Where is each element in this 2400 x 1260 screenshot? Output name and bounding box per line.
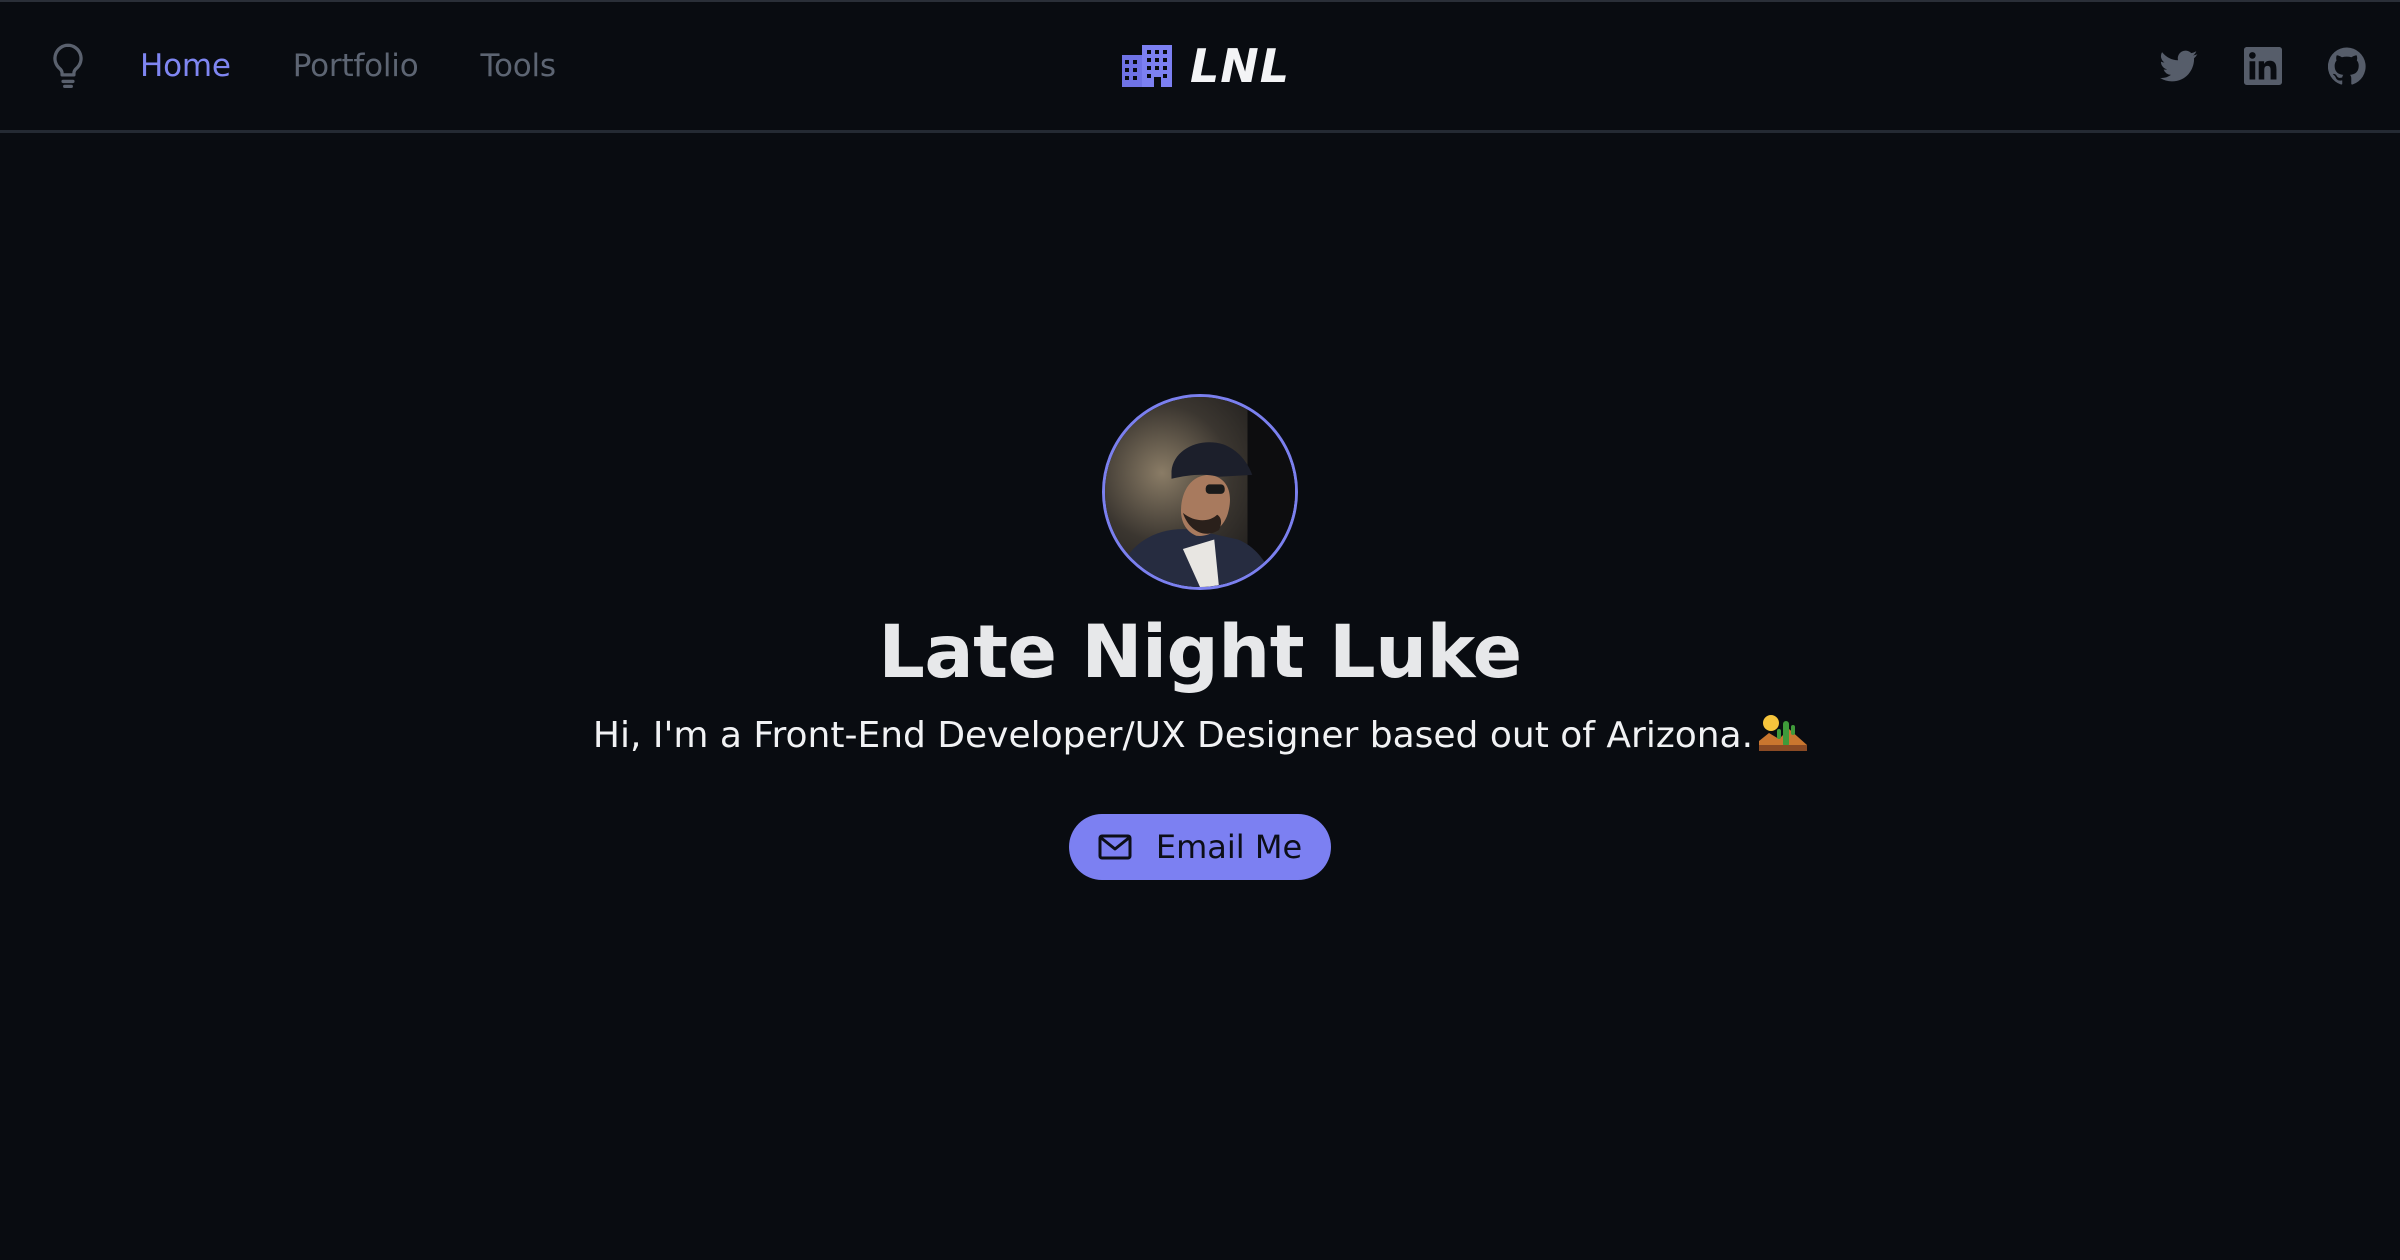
brand-logo[interactable]: LNL — [1122, 2, 1290, 130]
nav-link-home[interactable]: Home — [140, 48, 231, 84]
primary-nav: Home Portfolio Tools — [140, 2, 556, 130]
building-icon — [1122, 45, 1172, 87]
avatar — [1102, 394, 1298, 590]
lightbulb-icon[interactable] — [48, 42, 88, 88]
social-links — [2160, 2, 2366, 130]
page: Home Portfolio Tools LNL Late Night Luke… — [0, 0, 2400, 1260]
profile-photo — [1105, 397, 1295, 587]
linkedin-icon[interactable] — [2244, 47, 2282, 85]
brand-text: LNL — [1190, 39, 1291, 93]
email-me-button[interactable]: Email Me — [1069, 814, 1331, 880]
github-icon[interactable] — [2328, 47, 2366, 85]
twitter-icon[interactable] — [2160, 47, 2198, 85]
nav-link-tools[interactable]: Tools — [480, 48, 556, 84]
tagline-text: Hi, I'm a Front-End Developer/UX Designe… — [592, 715, 1754, 756]
tagline: Hi, I'm a Front-End Developer/UX Designe… — [0, 706, 2400, 766]
email-me-label: Email Me — [1155, 828, 1303, 866]
nav-link-portfolio[interactable]: Portfolio — [293, 48, 419, 84]
page-title: Late Night Luke — [878, 610, 1522, 695]
mail-icon — [1098, 834, 1132, 860]
hero-section: Late Night Luke Hi, I'm a Front-End Deve… — [0, 390, 2400, 880]
desert-icon — [1759, 715, 1808, 751]
top-navbar: Home Portfolio Tools LNL — [0, 2, 2400, 133]
